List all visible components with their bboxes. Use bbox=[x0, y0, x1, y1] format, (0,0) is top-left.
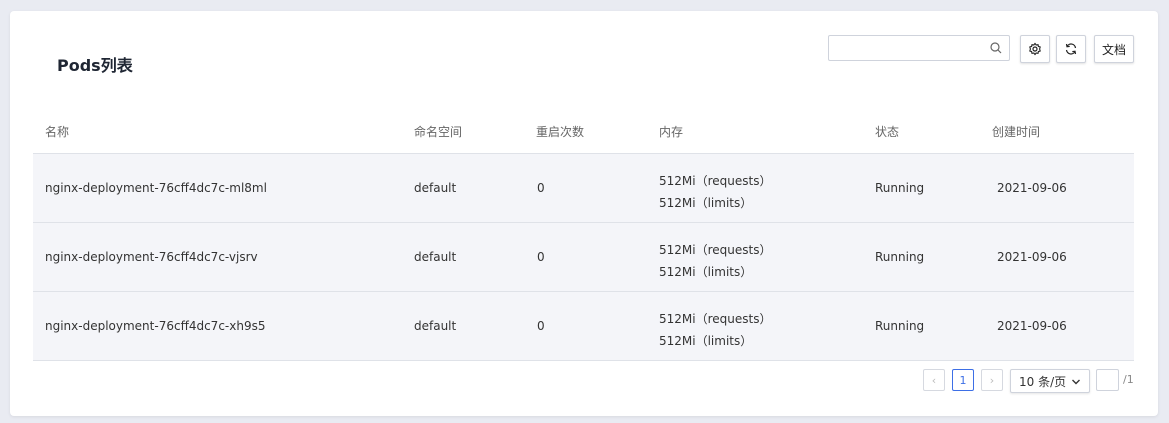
memory-requests: 512Mi（requests） bbox=[659, 243, 772, 257]
next-page-button[interactable]: › bbox=[981, 369, 1003, 391]
gear-icon bbox=[1029, 42, 1041, 56]
pod-namespace: default bbox=[414, 319, 457, 333]
table-row[interactable]: nginx-deployment-76cff4dc7c-ml8ml defaul… bbox=[33, 154, 1134, 223]
column-header-status[interactable]: 状态 bbox=[875, 123, 899, 140]
pagination: ‹ 1 › 10 条/页 /1 bbox=[10, 369, 1158, 393]
memory-limits: 512Mi（limits） bbox=[659, 334, 753, 348]
memory-limits: 512Mi（limits） bbox=[659, 265, 753, 279]
pod-restarts: 0 bbox=[537, 181, 545, 195]
pods-table: 名称 命名空间 重启次数 内存 状态 创建时间 nginx-deployment… bbox=[33, 111, 1134, 361]
pod-restarts: 0 bbox=[537, 250, 545, 264]
page-size-label: 10 条/页 bbox=[1019, 374, 1067, 389]
pod-name[interactable]: nginx-deployment-76cff4dc7c-vjsrv bbox=[45, 250, 258, 264]
memory-requests: 512Mi（requests） bbox=[659, 174, 772, 188]
search-box[interactable] bbox=[828, 35, 1010, 61]
chevron-down-icon bbox=[1072, 379, 1080, 385]
search-icon[interactable] bbox=[989, 41, 1003, 55]
column-header-created[interactable]: 创建时间 bbox=[992, 123, 1040, 140]
table-row[interactable]: nginx-deployment-76cff4dc7c-vjsrv defaul… bbox=[33, 223, 1134, 292]
pod-created: 2021-09-06 bbox=[997, 250, 1067, 264]
pod-status: Running bbox=[875, 250, 925, 264]
page-title: Pods列表 bbox=[57, 56, 133, 75]
column-header-name[interactable]: 名称 bbox=[45, 123, 69, 140]
pod-namespace: default bbox=[414, 181, 457, 195]
pod-name[interactable]: nginx-deployment-76cff4dc7c-ml8ml bbox=[45, 181, 267, 195]
pod-memory: 512Mi（requests） 512Mi（limits） bbox=[659, 308, 771, 352]
pod-status: Running bbox=[875, 181, 925, 195]
column-header-namespace[interactable]: 命名空间 bbox=[414, 123, 462, 140]
pod-status: Running bbox=[875, 319, 925, 333]
docs-button[interactable]: 文档 bbox=[1094, 35, 1134, 63]
pods-card: Pods列表 文档 名称 命名空间 重启次数 内存 状态 创建时间 nginx-… bbox=[10, 11, 1158, 416]
page-jump-input[interactable] bbox=[1096, 369, 1119, 391]
settings-button[interactable] bbox=[1020, 35, 1050, 63]
memory-limits: 512Mi（limits） bbox=[659, 196, 753, 210]
pod-namespace: default bbox=[414, 250, 457, 264]
pod-created: 2021-09-06 bbox=[997, 319, 1067, 333]
pod-name[interactable]: nginx-deployment-76cff4dc7c-xh9s5 bbox=[45, 319, 265, 333]
search-input[interactable] bbox=[835, 37, 989, 61]
pod-created: 2021-09-06 bbox=[997, 181, 1067, 195]
prev-page-button[interactable]: ‹ bbox=[923, 369, 945, 391]
refresh-button[interactable] bbox=[1056, 35, 1086, 63]
table-header: 名称 命名空间 重启次数 内存 状态 创建时间 bbox=[33, 111, 1134, 154]
page-number-button[interactable]: 1 bbox=[952, 369, 974, 391]
column-header-restarts[interactable]: 重启次数 bbox=[536, 123, 584, 140]
page-size-select[interactable]: 10 条/页 bbox=[1010, 369, 1090, 393]
column-header-memory[interactable]: 内存 bbox=[659, 123, 683, 140]
table-row[interactable]: nginx-deployment-76cff4dc7c-xh9s5 defaul… bbox=[33, 292, 1134, 361]
total-pages: /1 bbox=[1123, 373, 1134, 386]
pod-restarts: 0 bbox=[537, 319, 545, 333]
refresh-icon bbox=[1065, 43, 1077, 55]
pod-memory: 512Mi（requests） 512Mi（limits） bbox=[659, 170, 771, 214]
memory-requests: 512Mi（requests） bbox=[659, 312, 772, 326]
pod-memory: 512Mi（requests） 512Mi（limits） bbox=[659, 239, 771, 283]
